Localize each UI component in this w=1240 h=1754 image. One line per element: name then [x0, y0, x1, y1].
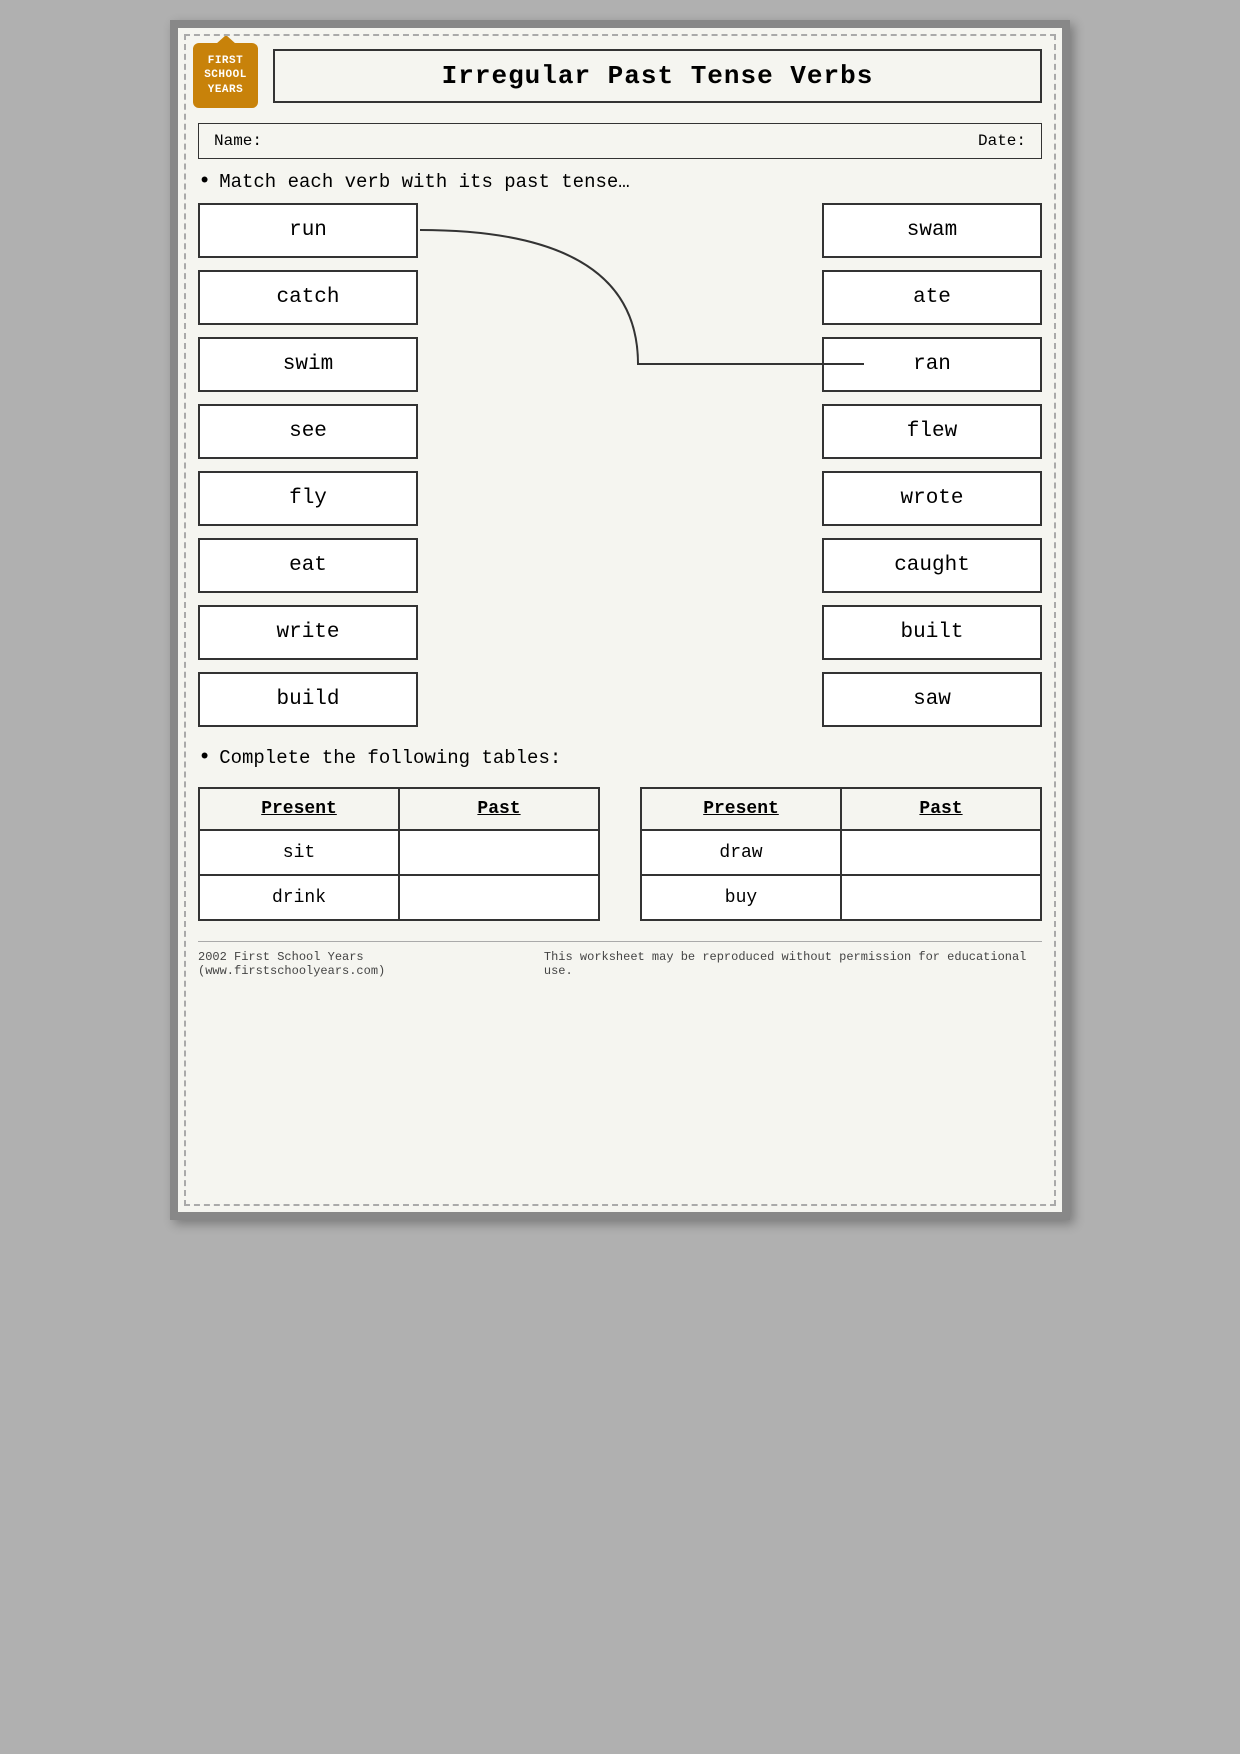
table2-row2-present: buy	[641, 875, 841, 920]
table1-row2-past[interactable]	[399, 875, 599, 920]
table2-col1-header: Present	[641, 788, 841, 830]
logo: FIRST SCHOOL YEARS	[193, 43, 258, 108]
list-item: run	[198, 203, 418, 258]
list-item: built	[822, 605, 1042, 660]
footer-right: This worksheet may be reproduced without…	[544, 950, 1042, 978]
table1-row2-present: drink	[199, 875, 399, 920]
footer-left: 2002 First School Years (www.firstschool…	[198, 950, 544, 978]
table2: Present Past draw buy	[640, 787, 1042, 921]
table1-row1-present: sit	[199, 830, 399, 875]
date-label: Date:	[978, 132, 1026, 150]
table2-row1-present: draw	[641, 830, 841, 875]
table1-col1-header: Present	[199, 788, 399, 830]
bullet2: •	[198, 747, 211, 769]
list-item: fly	[198, 471, 418, 526]
list-item: saw	[822, 672, 1042, 727]
list-item: caught	[822, 538, 1042, 593]
instruction2: • Complete the following tables:	[198, 747, 1042, 769]
list-item: ran	[822, 337, 1042, 392]
list-item: ate	[822, 270, 1042, 325]
table1-col2-header: Past	[399, 788, 599, 830]
list-item: write	[198, 605, 418, 660]
name-date-bar: Name: Date:	[198, 123, 1042, 159]
name-label: Name:	[214, 132, 262, 150]
instruction2-text: Complete the following tables:	[219, 747, 561, 769]
tables-section: Present Past sit drink	[198, 787, 1042, 921]
bullet1: •	[198, 171, 211, 193]
table2-col2-header: Past	[841, 788, 1041, 830]
list-item: build	[198, 672, 418, 727]
matching-area: run catch swim see fly eat write build s…	[198, 203, 1042, 727]
tables-container: Present Past sit drink	[198, 787, 1042, 921]
past-verb-column: swam ate ran flew wrote caught built saw	[822, 203, 1042, 727]
table2-row2-past[interactable]	[841, 875, 1041, 920]
page: FIRST SCHOOL YEARS Irregular Past Tense …	[170, 20, 1070, 1220]
list-item: catch	[198, 270, 418, 325]
table-row: drink	[199, 875, 599, 920]
list-item: eat	[198, 538, 418, 593]
table2-row1-past[interactable]	[841, 830, 1041, 875]
list-item: flew	[822, 404, 1042, 459]
table-row: draw	[641, 830, 1041, 875]
matching-columns: run catch swim see fly eat write build s…	[198, 203, 1042, 727]
present-verb-column: run catch swim see fly eat write build	[198, 203, 418, 727]
instruction1: • Match each verb with its past tense…	[198, 171, 1042, 193]
footer: 2002 First School Years (www.firstschool…	[198, 941, 1042, 978]
table1: Present Past sit drink	[198, 787, 600, 921]
logo-text: FIRST SCHOOL YEARS	[204, 54, 247, 97]
title-box: Irregular Past Tense Verbs	[273, 49, 1042, 103]
instruction1-text: Match each verb with its past tense…	[219, 171, 629, 193]
list-item: wrote	[822, 471, 1042, 526]
header: FIRST SCHOOL YEARS Irregular Past Tense …	[178, 28, 1062, 118]
list-item: swim	[198, 337, 418, 392]
list-item: swam	[822, 203, 1042, 258]
table-row: buy	[641, 875, 1041, 920]
table-row: sit	[199, 830, 599, 875]
list-item: see	[198, 404, 418, 459]
table1-row1-past[interactable]	[399, 830, 599, 875]
page-title: Irregular Past Tense Verbs	[442, 61, 874, 91]
